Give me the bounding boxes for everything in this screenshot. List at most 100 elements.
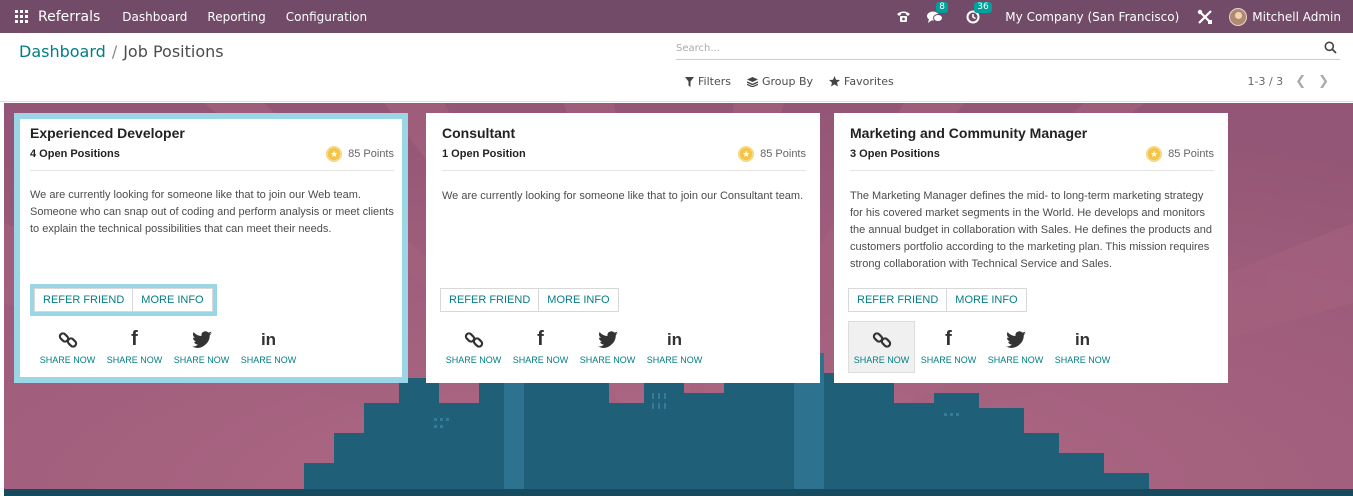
messages-icon[interactable]: 8 [927, 1, 949, 25]
job-card-experienced-developer[interactable]: Experienced Developer 4 Open Positions ★… [14, 113, 408, 383]
menu-dashboard[interactable]: Dashboard [112, 10, 197, 24]
share-linkedin-button[interactable]: in SHARE NOW [235, 321, 302, 373]
share-options: SHARE NOW f SHARE NOW SHARE NOW in SHARE… [34, 321, 302, 373]
share-linkedin-button[interactable]: in SHARE NOW [641, 321, 708, 373]
share-facebook-button[interactable]: f SHARE NOW [915, 321, 982, 373]
refer-friend-button[interactable]: REFER FRIEND [848, 288, 948, 312]
control-panel: Dashboard / Job Positions Filters Group … [0, 33, 1353, 102]
link-icon [464, 330, 484, 350]
facebook-icon: f [131, 328, 138, 350]
card-divider [442, 170, 806, 171]
favorites-button[interactable]: Favorites [829, 75, 894, 88]
points: ★ 85 Points [1146, 146, 1214, 162]
share-label: SHARE NOW [987, 354, 1044, 365]
linkedin-icon: in [260, 329, 277, 349]
share-options: SHARE NOW f SHARE NOW SHARE NOW in SHARE… [848, 321, 1116, 373]
share-label: SHARE NOW [512, 354, 569, 365]
twitter-icon [597, 330, 618, 350]
share-linkedin-button[interactable]: in SHARE NOW [1049, 321, 1116, 373]
share-label: SHARE NOW [1054, 354, 1111, 365]
favorites-label: Favorites [844, 75, 894, 88]
more-info-button[interactable]: MORE INFO [539, 288, 619, 312]
search-bar [676, 38, 1340, 60]
pager-next-icon[interactable]: ❯ [1318, 74, 1329, 89]
search-icon[interactable] [1324, 41, 1338, 55]
share-label: SHARE NOW [445, 354, 502, 365]
open-positions: 4 Open Positions [30, 148, 120, 160]
twitter-icon [1005, 330, 1026, 350]
share-facebook-button[interactable]: f SHARE NOW [507, 321, 574, 373]
group-by-label: Group By [761, 75, 814, 88]
share-twitter-button[interactable]: SHARE NOW [574, 321, 641, 373]
facebook-icon: f [537, 328, 544, 350]
menu-reporting[interactable]: Reporting [197, 10, 275, 24]
user-menu[interactable]: Mitchell Admin [1252, 10, 1341, 24]
breadcrumb-dashboard[interactable]: Dashboard [19, 42, 106, 61]
share-twitter-button[interactable]: SHARE NOW [982, 321, 1049, 373]
more-info-button[interactable]: MORE INFO [133, 288, 213, 312]
job-description: We are currently looking for someone lik… [442, 190, 804, 202]
card-actions: REFER FRIEND MORE INFO [440, 288, 619, 312]
open-positions: 1 Open Position [442, 148, 526, 160]
open-positions: 3 Open Positions [850, 148, 940, 160]
phone-icon[interactable] [895, 9, 911, 25]
share-label: SHARE NOW [646, 354, 703, 365]
share-twitter-button[interactable]: SHARE NOW [168, 321, 235, 373]
job-title: Consultant [442, 125, 516, 141]
search-input[interactable] [676, 43, 1306, 54]
refer-friend-button[interactable]: REFER FRIEND [440, 288, 540, 312]
group-by-button[interactable]: Group By [746, 75, 814, 88]
job-card-consultant[interactable]: Consultant 1 Open Position ★ 85 Points W… [426, 113, 820, 383]
top-navbar: Referrals Dashboard Reporting Configurat… [0, 0, 1353, 33]
app-name[interactable]: Referrals [38, 9, 100, 25]
card-divider [850, 170, 1214, 171]
job-card-marketing-manager[interactable]: Marketing and Community Manager 3 Open P… [834, 113, 1228, 383]
link-icon [872, 330, 892, 350]
share-facebook-button[interactable]: f SHARE NOW [101, 321, 168, 373]
points: ★ 85 Points [738, 146, 806, 162]
breadcrumb-current: Job Positions [123, 42, 224, 61]
layers-icon [746, 76, 758, 87]
coin-icon: ★ [326, 146, 343, 162]
filters-button[interactable]: Filters [685, 75, 731, 88]
filters-label: Filters [698, 75, 731, 88]
refer-friend-button[interactable]: REFER FRIEND [34, 288, 134, 312]
more-info-button[interactable]: MORE INFO [947, 288, 1027, 312]
linkedin-icon: in [1074, 329, 1091, 349]
job-description: The Marketing Manager defines the mid- t… [850, 190, 1213, 270]
job-title: Experienced Developer [30, 125, 185, 141]
menu-configuration[interactable]: Configuration [276, 10, 377, 24]
share-link-button[interactable]: SHARE NOW [34, 321, 101, 373]
points: ★ 85 Points [326, 146, 394, 162]
share-label: SHARE NOW [39, 354, 96, 365]
share-label: SHARE NOW [920, 354, 977, 365]
company-switcher[interactable]: My Company (San Francisco) [1005, 10, 1179, 24]
share-label: SHARE NOW [173, 354, 230, 365]
card-divider [30, 170, 394, 171]
breadcrumb-separator: / [111, 42, 118, 61]
activities-clock-icon[interactable]: 36 [965, 1, 992, 25]
job-title: Marketing and Community Manager [850, 125, 1088, 141]
activities-count-badge: 36 [974, 1, 992, 13]
points-value: 85 Points [348, 148, 394, 160]
points-value: 85 Points [760, 148, 806, 160]
coin-icon: ★ [738, 146, 755, 162]
share-label: SHARE NOW [240, 354, 297, 365]
coin-icon: ★ [1146, 146, 1163, 162]
breadcrumb: Dashboard / Job Positions [19, 42, 224, 61]
share-label: SHARE NOW [106, 354, 163, 365]
user-avatar[interactable] [1229, 7, 1248, 26]
pager-previous-icon[interactable]: ❮ [1295, 74, 1306, 89]
share-link-button[interactable]: SHARE NOW [848, 321, 915, 373]
share-link-button[interactable]: SHARE NOW [440, 321, 507, 373]
messages-count-badge: 8 [936, 1, 949, 13]
linkedin-icon: in [666, 329, 683, 349]
share-label: SHARE NOW [579, 354, 636, 365]
pager-value[interactable]: 1-3 / 3 [1248, 75, 1284, 88]
star-icon [829, 76, 841, 87]
search-options: Filters Group By Favorites [685, 75, 894, 88]
filter-icon [685, 76, 694, 87]
debug-tools-icon[interactable] [1197, 9, 1213, 25]
apps-menu-icon[interactable] [15, 9, 29, 24]
card-actions: REFER FRIEND MORE INFO [848, 288, 1027, 312]
